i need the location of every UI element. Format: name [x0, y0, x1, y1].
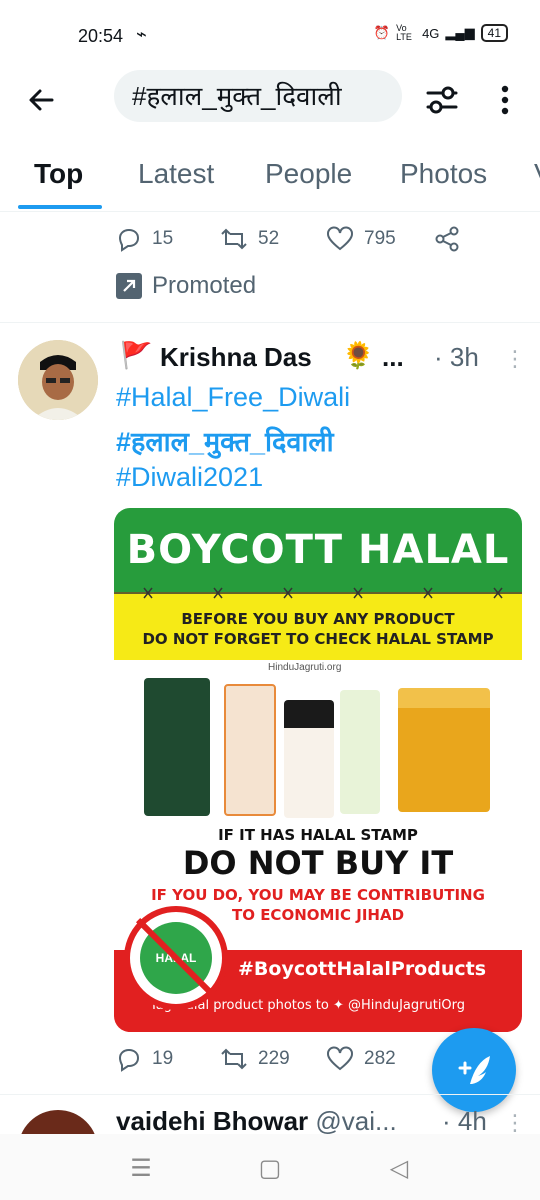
like-count: 795 — [364, 228, 396, 249]
sliders-icon — [426, 86, 458, 114]
signal-icon: ▂▄▆ — [445, 25, 475, 40]
tweet-header: vaidehi Bhowar @vai... · 4h ⋮ — [116, 1106, 526, 1137]
tab-top[interactable]: Top — [34, 158, 83, 190]
image-yellow-banner: BEFORE YOU BUY ANY PRODUCT DO NOT FORGET… — [114, 587, 522, 660]
reply-icon — [118, 228, 140, 252]
tweet-time: · 4h — [442, 1106, 487, 1136]
status-bar: 20:54 ⌁ ⏰ Vo LTE 4G ▂▄▆ 41 — [0, 0, 540, 70]
image-big-text: DO NOT BUY IT — [182, 844, 454, 882]
product-jar-image — [398, 688, 490, 812]
promoted-arrow-icon — [116, 273, 142, 299]
share-button[interactable] — [434, 226, 460, 252]
back-button[interactable] — [22, 80, 62, 120]
twitter-bird-icon: ✦ — [332, 998, 348, 1013]
product-bottle-image — [284, 700, 334, 818]
author-name[interactable]: Krishna Das — [160, 342, 312, 373]
red-flag-icon: 🚩 — [120, 340, 153, 370]
product-kajal-image — [144, 678, 210, 816]
image-headline: BOYCOTT HALAL — [114, 508, 522, 592]
tweet-divider — [0, 1094, 540, 1095]
search-header: #हलाल_मुक्त_दिवाली — [0, 70, 540, 130]
product-serum-image — [224, 684, 276, 816]
retweet-count: 229 — [258, 1048, 290, 1069]
back-arrow-icon — [29, 89, 54, 111]
search-input[interactable]: #हलाल_मुक्त_दिवाली — [114, 70, 402, 122]
product-tube-image — [340, 690, 380, 814]
hashtag-link[interactable]: #हलाल_मुक्त_दिवाली — [116, 422, 334, 459]
name-ellipsis: ... — [382, 342, 404, 372]
network-label: 4G — [422, 25, 440, 41]
status-time: 20:54 — [78, 26, 124, 46]
retweet-button[interactable]: 52 — [220, 226, 279, 252]
hashtag-link[interactable]: #Diwali2021 — [116, 462, 263, 493]
retweet-button[interactable]: 229 — [220, 1046, 290, 1072]
reply-button[interactable]: 15 — [116, 226, 173, 252]
like-button[interactable]: 282 — [326, 1046, 396, 1072]
search-tabs: Top Latest People Photos V — [0, 150, 540, 212]
tab-people[interactable]: People — [265, 158, 352, 190]
avatar[interactable] — [18, 340, 98, 420]
system-navigation-bar: ☰ ▢ ◁ — [0, 1134, 540, 1200]
image-source: HinduJagruti.org — [268, 662, 342, 673]
reply-count: 19 — [152, 1048, 174, 1069]
heart-icon — [327, 1046, 353, 1071]
tweet-more-icon[interactable]: ⋮ — [504, 1110, 526, 1136]
like-count: 282 — [364, 1048, 396, 1069]
author-name[interactable]: vaidehi Bhowar — [116, 1106, 308, 1136]
status-icons: ⏰ Vo LTE 4G ▂▄▆ 41 — [374, 24, 508, 42]
heart-icon — [327, 226, 353, 251]
tweet-time: · 3h — [434, 342, 479, 372]
promoted-label: Promoted — [116, 272, 256, 300]
image-line-2: DO NOT FORGET TO CHECK HALAL STAMP — [142, 630, 494, 648]
image-line-1: BEFORE YOU BUY ANY PRODUCT — [181, 610, 455, 628]
feather-plus-icon — [458, 1056, 490, 1084]
overflow-menu-button[interactable] — [490, 80, 520, 120]
alarm-icon: ⏰ — [373, 25, 391, 40]
tab-latest[interactable]: Latest — [138, 158, 214, 190]
tab-photos[interactable]: Photos — [400, 158, 487, 190]
compose-tweet-button[interactable] — [432, 1028, 516, 1112]
halal-stamp-logo: HALAL — [124, 906, 228, 1010]
image-tag-handle: @HinduJagrutiOrg — [347, 998, 466, 1013]
volte-label: Vo LTE — [396, 23, 412, 42]
author-handle: @vai... — [315, 1106, 397, 1136]
active-tab-indicator — [18, 205, 102, 209]
tweet-divider — [0, 322, 540, 323]
battery-indicator: 41 — [480, 24, 508, 42]
recent-apps-icon[interactable]: ☰ — [126, 1154, 156, 1184]
share-icon — [435, 226, 459, 252]
retweet-count: 52 — [258, 228, 280, 249]
tweet-more-icon[interactable]: ⋮ — [504, 346, 526, 372]
sunflower-icon: 🌻 — [342, 340, 375, 370]
promoted-text: Promoted — [152, 272, 257, 299]
missed-call-icon: ⌁ — [136, 24, 147, 44]
back-nav-icon[interactable]: ◁ — [384, 1154, 414, 1184]
avatar-portrait-icon — [18, 340, 98, 420]
like-button[interactable]: 795 — [326, 226, 396, 252]
barbed-wire-icon — [114, 587, 522, 599]
reply-count: 15 — [152, 228, 174, 249]
more-vertical-icon — [501, 85, 509, 115]
tweet-media-image[interactable]: BOYCOTT HALAL BEFORE YOU BUY ANY PRODUCT… — [114, 508, 522, 1032]
image-red-text-1: IF YOU DO, YOU MAY BE CONTRIBUTING — [151, 886, 485, 904]
image-hashtag: #BoycottHalalProducts — [238, 958, 487, 980]
search-filter-button[interactable] — [420, 78, 464, 122]
home-icon[interactable]: ▢ — [255, 1154, 285, 1184]
tab-videos-partial[interactable]: V — [534, 158, 540, 190]
hashtag-link[interactable]: #Halal_Free_Diwali — [116, 382, 350, 413]
retweet-icon — [221, 228, 247, 250]
tweet-header: 🚩 Krishna Das 🌻 ... · 3h ⋮ — [116, 340, 526, 380]
retweet-icon — [221, 1048, 247, 1070]
image-stamp-text: IF IT HAS HALAL STAMP — [218, 826, 418, 844]
reply-icon — [118, 1048, 140, 1072]
reply-button[interactable]: 19 — [116, 1046, 173, 1072]
prev-tweet-actions: 15 52 795 — [116, 226, 476, 260]
